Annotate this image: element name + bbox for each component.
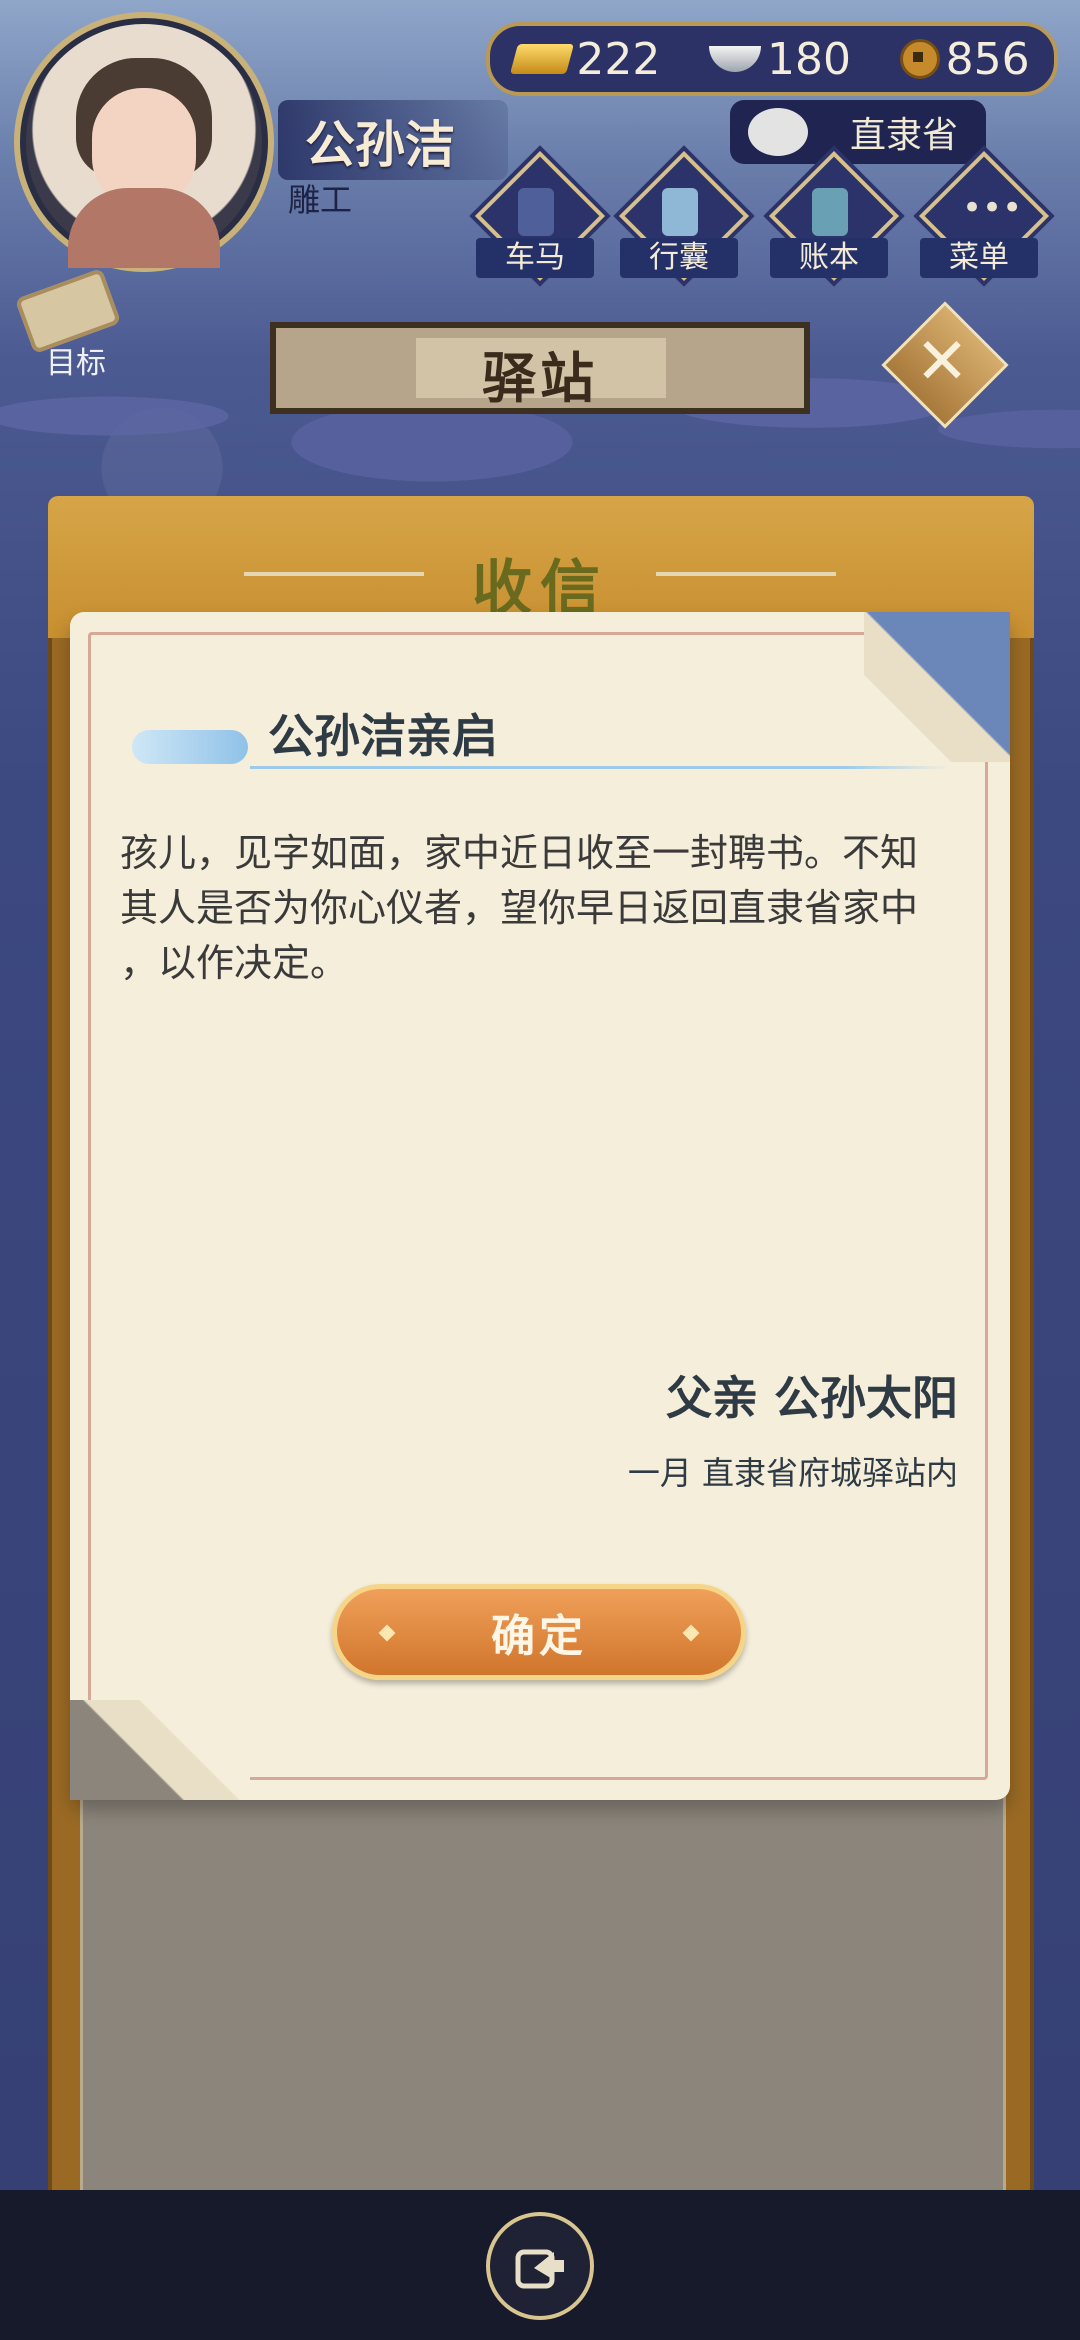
page-curl-bottom-left (70, 1700, 250, 1800)
diamond-ornament-icon (378, 1624, 396, 1642)
gold-ingot-icon (510, 44, 575, 74)
close-icon[interactable]: ✕ (900, 320, 984, 404)
silver-amount: 180 (766, 33, 851, 85)
cloud-swirl-icon (132, 730, 248, 764)
station-title: 驿站 (482, 347, 598, 410)
ledger-icon (812, 188, 848, 236)
station-banner: 驿站 (270, 322, 810, 414)
menu-icon: ••• (962, 188, 1023, 228)
bag-icon (662, 188, 698, 236)
diamond-ornament-icon (682, 1624, 700, 1642)
gold-amount: 222 (576, 33, 661, 85)
location-label: 直隶省 (849, 115, 958, 156)
avatar-body (68, 188, 220, 268)
copper-coin-icon (899, 39, 940, 79)
location-icon (748, 108, 808, 156)
silver-ingot-icon (708, 46, 761, 72)
nav-bag-button[interactable]: 行囊 (618, 150, 750, 288)
nav-ledger-label: 账本 (770, 238, 888, 278)
nav-bag-label: 行囊 (620, 238, 738, 278)
nav-ledger-button[interactable]: 账本 (768, 150, 900, 288)
gold-currency: 222 (510, 33, 661, 85)
coin-currency: 856 (899, 33, 1030, 85)
letter-signature: 父亲 公孙太阳 (665, 1371, 958, 1425)
nav-carriage-label: 车马 (476, 238, 594, 278)
coin-amount: 856 (945, 33, 1030, 85)
letter-recipient: 公孙洁亲启 (268, 709, 498, 763)
silver-currency: 180 (708, 33, 851, 85)
carriage-icon (518, 188, 554, 236)
confirm-button[interactable]: 确定 (332, 1584, 746, 1680)
share-icon[interactable] (512, 2238, 568, 2294)
letter-underline (250, 766, 950, 769)
player-title: 雕工 (288, 181, 353, 219)
currency-bar: 222 180 856 (486, 22, 1058, 96)
confirm-label: 确定 (491, 1611, 587, 1662)
nav-carriage-button[interactable]: 车马 (474, 150, 606, 288)
nav-menu-label: 菜单 (920, 238, 1038, 278)
player-name: 公孙洁 (305, 116, 455, 174)
avatar[interactable] (14, 12, 274, 272)
letter-body: 孩儿，见字如面，家中近日收至一封聘书。不知 其人是否为你心仪者，望你早日返回直隶… (120, 831, 919, 985)
goal-label[interactable]: 目标 (46, 338, 106, 382)
page-curl-top-right (864, 612, 1010, 762)
letter-date-place: 一月 直隶省府城驿站内 (627, 1454, 958, 1492)
location-button[interactable]: 直隶省 (730, 100, 986, 164)
nav-menu-button[interactable]: ••• 菜单 (918, 150, 1050, 288)
